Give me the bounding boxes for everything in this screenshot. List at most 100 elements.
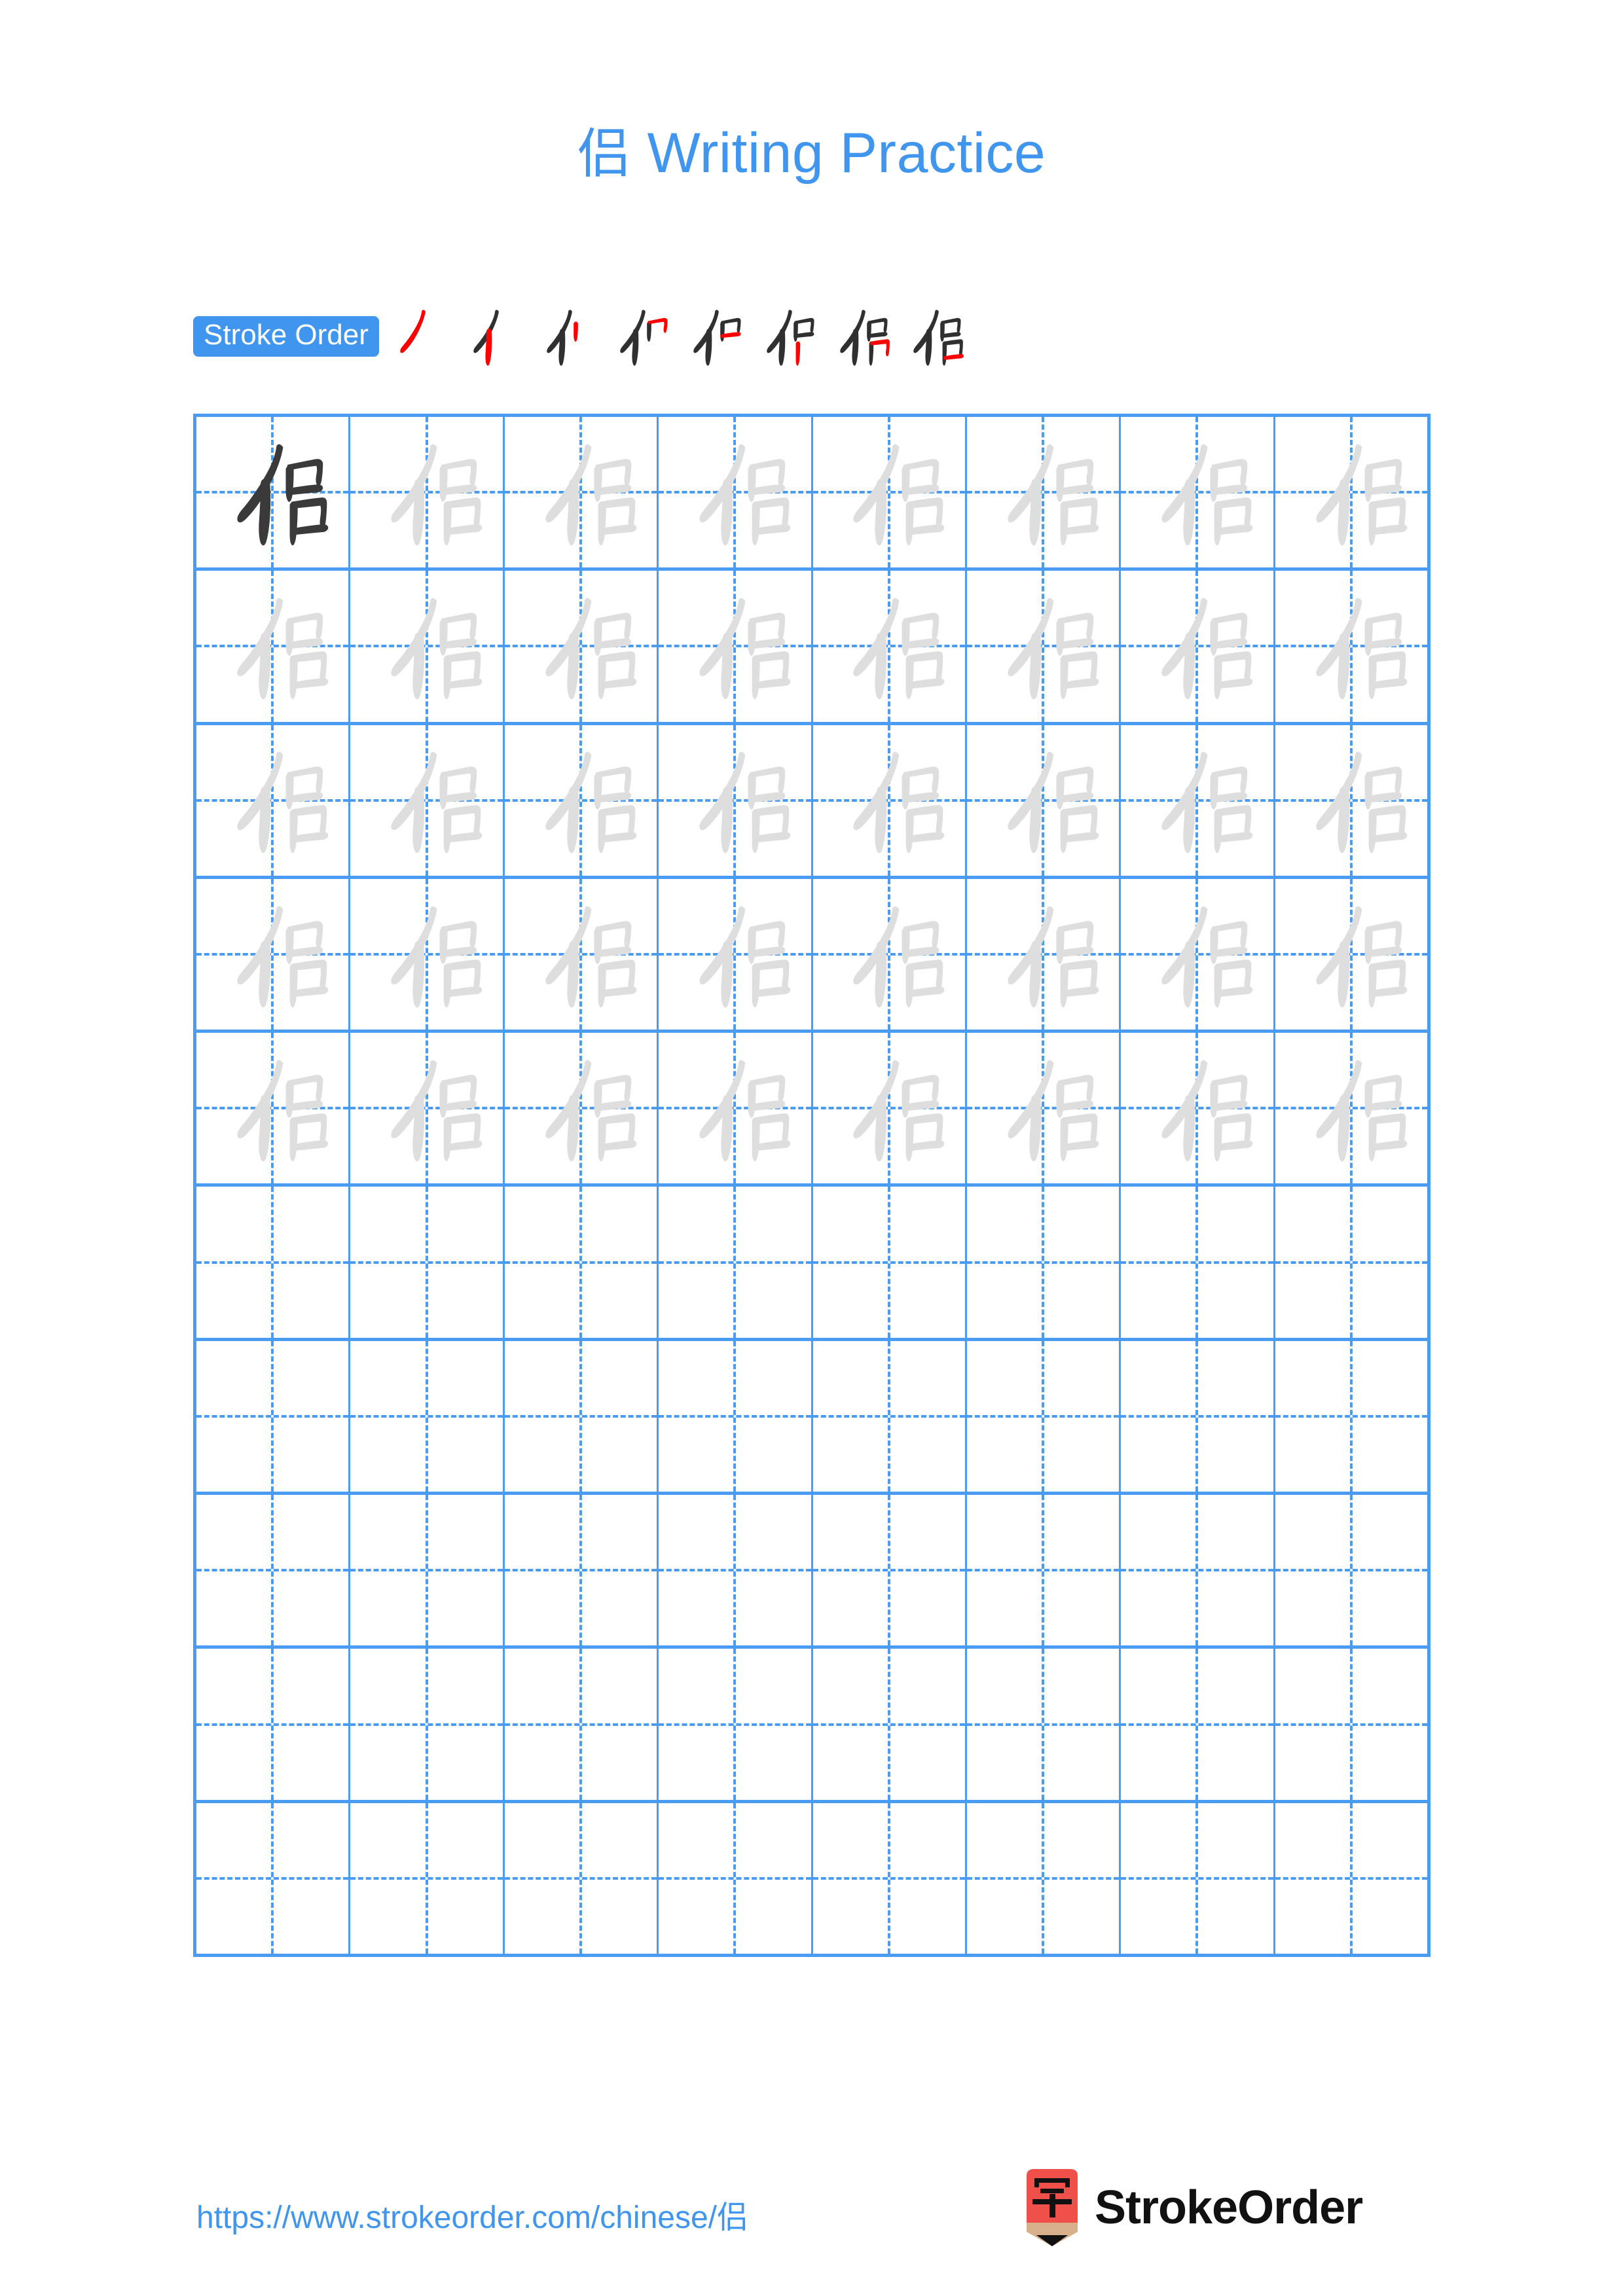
practice-grid-cell[interactable] <box>967 1340 1122 1492</box>
practice-grid-cell[interactable] <box>967 1033 1122 1184</box>
practice-grid-cell[interactable] <box>196 571 351 722</box>
trace-character <box>196 1033 348 1183</box>
practice-grid-cell[interactable] <box>196 1649 351 1800</box>
practice-grid-cell[interactable] <box>196 1803 351 1954</box>
practice-grid-cell[interactable] <box>813 1187 967 1338</box>
practice-grid-cell[interactable] <box>505 1340 659 1492</box>
practice-grid-cell[interactable] <box>813 417 967 568</box>
practice-grid-cell[interactable] <box>350 1033 505 1184</box>
practice-grid-cell[interactable] <box>350 571 505 722</box>
footer-url[interactable]: https://www.strokeorder.com/chinese/侣 <box>196 2191 748 2237</box>
practice-grid-cell[interactable] <box>1121 725 1275 876</box>
practice-grid-cell[interactable] <box>659 571 813 722</box>
practice-grid-cell[interactable] <box>1121 1340 1275 1492</box>
practice-grid-cell[interactable] <box>1275 571 1427 721</box>
practice-grid-cell[interactable] <box>967 1495 1122 1646</box>
practice-grid-cell[interactable] <box>1121 571 1275 722</box>
practice-grid-cell[interactable] <box>505 1649 659 1800</box>
practice-grid-cell[interactable] <box>196 878 351 1030</box>
practice-grid-cell[interactable] <box>967 1803 1122 1954</box>
practice-grid-cell[interactable] <box>813 1495 967 1646</box>
practice-grid-cell[interactable] <box>505 1187 659 1338</box>
practice-grid-cell[interactable] <box>196 1495 351 1646</box>
practice-grid-cell[interactable] <box>196 725 351 876</box>
practice-grid-cell[interactable] <box>196 417 351 568</box>
practice-grid-cell[interactable] <box>1275 1187 1427 1337</box>
practice-grid-cell[interactable] <box>350 1187 505 1338</box>
practice-grid-cell[interactable] <box>659 1649 813 1800</box>
practice-grid-cell[interactable] <box>505 878 659 1030</box>
practice-grid-row <box>196 1649 1427 1803</box>
practice-grid-cell[interactable] <box>967 417 1122 568</box>
practice-grid-cell[interactable] <box>350 878 505 1030</box>
footer-brand[interactable]: StrokeOrder <box>1021 2169 1363 2246</box>
practice-grid-cell[interactable] <box>350 1649 505 1800</box>
practice-grid-cell[interactable] <box>505 1033 659 1184</box>
practice-grid-cell[interactable] <box>659 1187 813 1338</box>
practice-grid-cell[interactable] <box>1121 878 1275 1030</box>
practice-grid-row <box>196 1803 1427 1954</box>
practice-grid-cell[interactable] <box>659 417 813 568</box>
practice-grid-cell[interactable] <box>505 1803 659 1954</box>
practice-grid-cell[interactable] <box>659 1803 813 1954</box>
practice-grid-cell[interactable] <box>1275 1341 1427 1492</box>
practice-grid-cell[interactable] <box>659 1033 813 1184</box>
practice-grid-cell[interactable] <box>196 1033 351 1184</box>
trace-character <box>659 417 811 567</box>
trace-character <box>1275 1033 1427 1183</box>
page-title-text: Writing Practice <box>631 122 1046 185</box>
trace-character <box>813 417 965 567</box>
practice-grid-cell[interactable] <box>967 1187 1122 1338</box>
practice-grid-cell[interactable] <box>1275 1495 1427 1645</box>
practice-grid-cell[interactable] <box>1275 417 1427 567</box>
practice-grid-cell[interactable] <box>813 571 967 722</box>
practice-grid-cell[interactable] <box>813 1340 967 1492</box>
practice-grid-cell[interactable] <box>813 1033 967 1184</box>
practice-grid-cell[interactable] <box>1121 1187 1275 1338</box>
practice-grid-cell[interactable] <box>659 878 813 1030</box>
stroke-step-6 <box>750 300 823 373</box>
stroke-step-1 <box>383 300 456 373</box>
practice-grid-cell[interactable] <box>659 1340 813 1492</box>
practice-grid-cell[interactable] <box>350 417 505 568</box>
stroke-order-badge: Stroke Order <box>193 316 379 357</box>
brand-name: StrokeOrder <box>1095 2181 1363 2234</box>
practice-grid-cell[interactable] <box>813 1803 967 1954</box>
practice-grid-cell[interactable] <box>1275 1033 1427 1183</box>
practice-grid-cell[interactable] <box>1275 879 1427 1030</box>
practice-grid-cell[interactable] <box>505 1495 659 1646</box>
practice-grid-cell[interactable] <box>1121 1033 1275 1184</box>
practice-grid-cell[interactable] <box>1275 1649 1427 1799</box>
practice-grid-cell[interactable] <box>350 1495 505 1646</box>
practice-grid-cell[interactable] <box>1121 1649 1275 1800</box>
practice-grid-cell[interactable] <box>505 725 659 876</box>
practice-grid-cell[interactable] <box>967 878 1122 1030</box>
practice-grid-cell[interactable] <box>505 571 659 722</box>
practice-grid-cell[interactable] <box>1275 725 1427 876</box>
practice-grid-cell[interactable] <box>196 1187 351 1338</box>
practice-grid-cell[interactable] <box>1121 1803 1275 1954</box>
practice-grid-cell[interactable] <box>350 725 505 876</box>
trace-character <box>196 571 348 721</box>
practice-grid-cell[interactable] <box>967 1649 1122 1800</box>
practice-grid-cell[interactable] <box>350 1803 505 1954</box>
practice-grid-cell[interactable] <box>659 1495 813 1646</box>
stroke-step-8 <box>896 300 970 373</box>
practice-grid-cell[interactable] <box>967 571 1122 722</box>
trace-character <box>1121 1033 1273 1183</box>
practice-grid-cell[interactable] <box>659 725 813 876</box>
practice-grid-cell[interactable] <box>813 725 967 876</box>
practice-grid-cell[interactable] <box>350 1340 505 1492</box>
practice-grid-cell[interactable] <box>813 878 967 1030</box>
practice-grid-cell[interactable] <box>813 1649 967 1800</box>
practice-grid-cell[interactable] <box>1121 417 1275 568</box>
practice-grid-cell[interactable] <box>967 725 1122 876</box>
practice-grid-row <box>196 1187 1427 1341</box>
footer-url-character: 侣 <box>717 2199 749 2236</box>
practice-grid-cell[interactable] <box>505 417 659 568</box>
stroke-step-2 <box>456 300 530 373</box>
practice-grid-cell[interactable] <box>196 1340 351 1492</box>
practice-grid-cell[interactable] <box>1121 1495 1275 1646</box>
practice-grid-cell[interactable] <box>1275 1803 1427 1954</box>
trace-character <box>967 417 1119 567</box>
